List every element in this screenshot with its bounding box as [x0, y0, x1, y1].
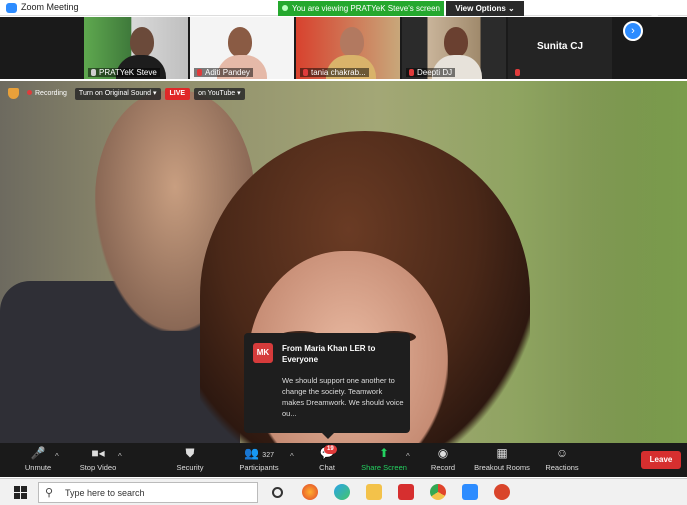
participant-thumbnail[interactable]: Deepti DJ	[402, 17, 506, 79]
participant-name: PRATYeK Steve	[88, 68, 160, 77]
camera-icon: ■◂	[91, 446, 105, 460]
chat-button[interactable]: 💬19Chat	[312, 445, 342, 475]
chrome-icon[interactable]	[430, 484, 446, 500]
shared-image-region	[580, 81, 687, 443]
audio-options-caret[interactable]: ^	[55, 452, 59, 461]
mic-muted-icon: 🎤	[30, 446, 46, 460]
participant-thumbnail[interactable]: Aditi Pandey	[190, 17, 294, 79]
participant-name: Aditi Pandey	[194, 68, 253, 77]
participant-mic	[512, 68, 526, 77]
participant-thumbnail-strip: PRATYeK Steve Aditi Pandey tania chakrab…	[0, 17, 687, 79]
search-icon: ⚲	[45, 487, 54, 499]
participants-icon: 👥 327	[244, 446, 274, 460]
live-badge[interactable]: LIVE	[164, 87, 191, 100]
search-placeholder: Type here to search	[65, 488, 145, 498]
security-button[interactable]: ⛊ Security	[170, 445, 210, 475]
record-dot-icon	[27, 89, 32, 95]
mic-icon	[91, 69, 96, 76]
unmute-button[interactable]: 🎤 Unmute	[18, 445, 58, 475]
smiley-icon: ☺	[555, 446, 569, 460]
share-options-caret[interactable]: ^	[406, 452, 410, 461]
record-icon: ◉	[437, 446, 449, 460]
chat-badge: 19	[324, 445, 337, 454]
original-sound-button[interactable]: Turn on Original Sound ▾	[74, 87, 161, 100]
video-options-caret[interactable]: ^	[118, 452, 122, 461]
avatar: MK	[253, 343, 273, 363]
participant-thumbnail[interactable]: tania chakrab...	[296, 17, 400, 79]
firefox-icon[interactable]	[302, 484, 318, 500]
record-button[interactable]: ◉ Record	[426, 445, 460, 475]
shield-icon: ⛊	[185, 446, 195, 460]
recording-bar: Recording Turn on Original Sound ▾ LIVE …	[8, 87, 245, 100]
participant-face	[444, 27, 468, 57]
reactions-button[interactable]: ☺ Reactions	[542, 445, 582, 475]
share-screen-icon: ⬆	[378, 446, 390, 460]
file-explorer-icon[interactable]	[366, 484, 382, 500]
view-options-button[interactable]: View Options ⌄	[446, 1, 524, 16]
chat-notification[interactable]: MK From Maria Khan LER to Everyone We sh…	[244, 333, 410, 439]
shield-icon[interactable]	[8, 88, 19, 99]
taskbar-search-input[interactable]: ⚲ Type here to search	[38, 482, 258, 503]
windows-taskbar: ⚲ Type here to search	[0, 478, 687, 505]
window-title: Zoom Meeting	[21, 2, 79, 12]
participant-thumbnail[interactable]: PRATYeK Steve	[84, 17, 188, 79]
next-page-icon[interactable]: ›	[623, 21, 643, 41]
participant-face	[228, 27, 252, 57]
leave-button[interactable]: Leave	[641, 451, 681, 469]
mic-muted-icon	[197, 69, 202, 76]
share-banner-text: You are viewing PRATYeK Steve's screen	[292, 4, 440, 13]
cortana-icon[interactable]	[272, 487, 283, 498]
meeting-toolbar: 🎤 Unmute ^ ■◂ Stop Video ^ ⛊ Security 👥 327…	[0, 443, 687, 477]
participant-name: Sunita CJ	[536, 41, 584, 52]
acrobat-icon[interactable]	[398, 484, 414, 500]
mic-muted-icon	[515, 69, 520, 76]
screen-share-banner: You are viewing PRATYeK Steve's screen	[278, 1, 444, 16]
breakout-rooms-icon: ▦	[496, 446, 508, 460]
participant-name: tania chakrab...	[300, 68, 369, 77]
mic-muted-icon	[303, 69, 308, 76]
powerpoint-icon[interactable]	[494, 484, 510, 500]
view-layout-button[interactable]: ▦ View	[651, 8, 678, 17]
mic-muted-icon	[409, 69, 414, 76]
zoom-icon[interactable]	[462, 484, 478, 500]
participant-face	[340, 27, 364, 57]
zoom-logo-icon	[6, 3, 17, 13]
windows-start-icon[interactable]	[14, 486, 27, 499]
chat-sender: From Maria Khan LER to Everyone	[282, 344, 376, 364]
chat-message: We should support one another to change …	[282, 376, 404, 418]
participant-face	[130, 27, 154, 57]
breakout-rooms-button[interactable]: ▦ Breakout Rooms	[472, 445, 532, 475]
stop-video-button[interactable]: ■◂ Stop Video	[74, 445, 122, 475]
share-screen-button[interactable]: ⬆ Share Screen	[360, 445, 408, 475]
recording-indicator: Recording	[23, 88, 71, 100]
youtube-stream-button[interactable]: on YouTube ▾	[194, 87, 245, 100]
participants-options-caret[interactable]: ^	[290, 452, 294, 461]
share-indicator-icon	[282, 5, 288, 11]
edge-icon[interactable]	[334, 484, 350, 500]
participant-thumbnail[interactable]: Sunita CJ	[508, 17, 612, 79]
participant-name: Deepti DJ	[406, 68, 456, 77]
participants-button[interactable]: 👥 327 Participants	[236, 445, 282, 475]
